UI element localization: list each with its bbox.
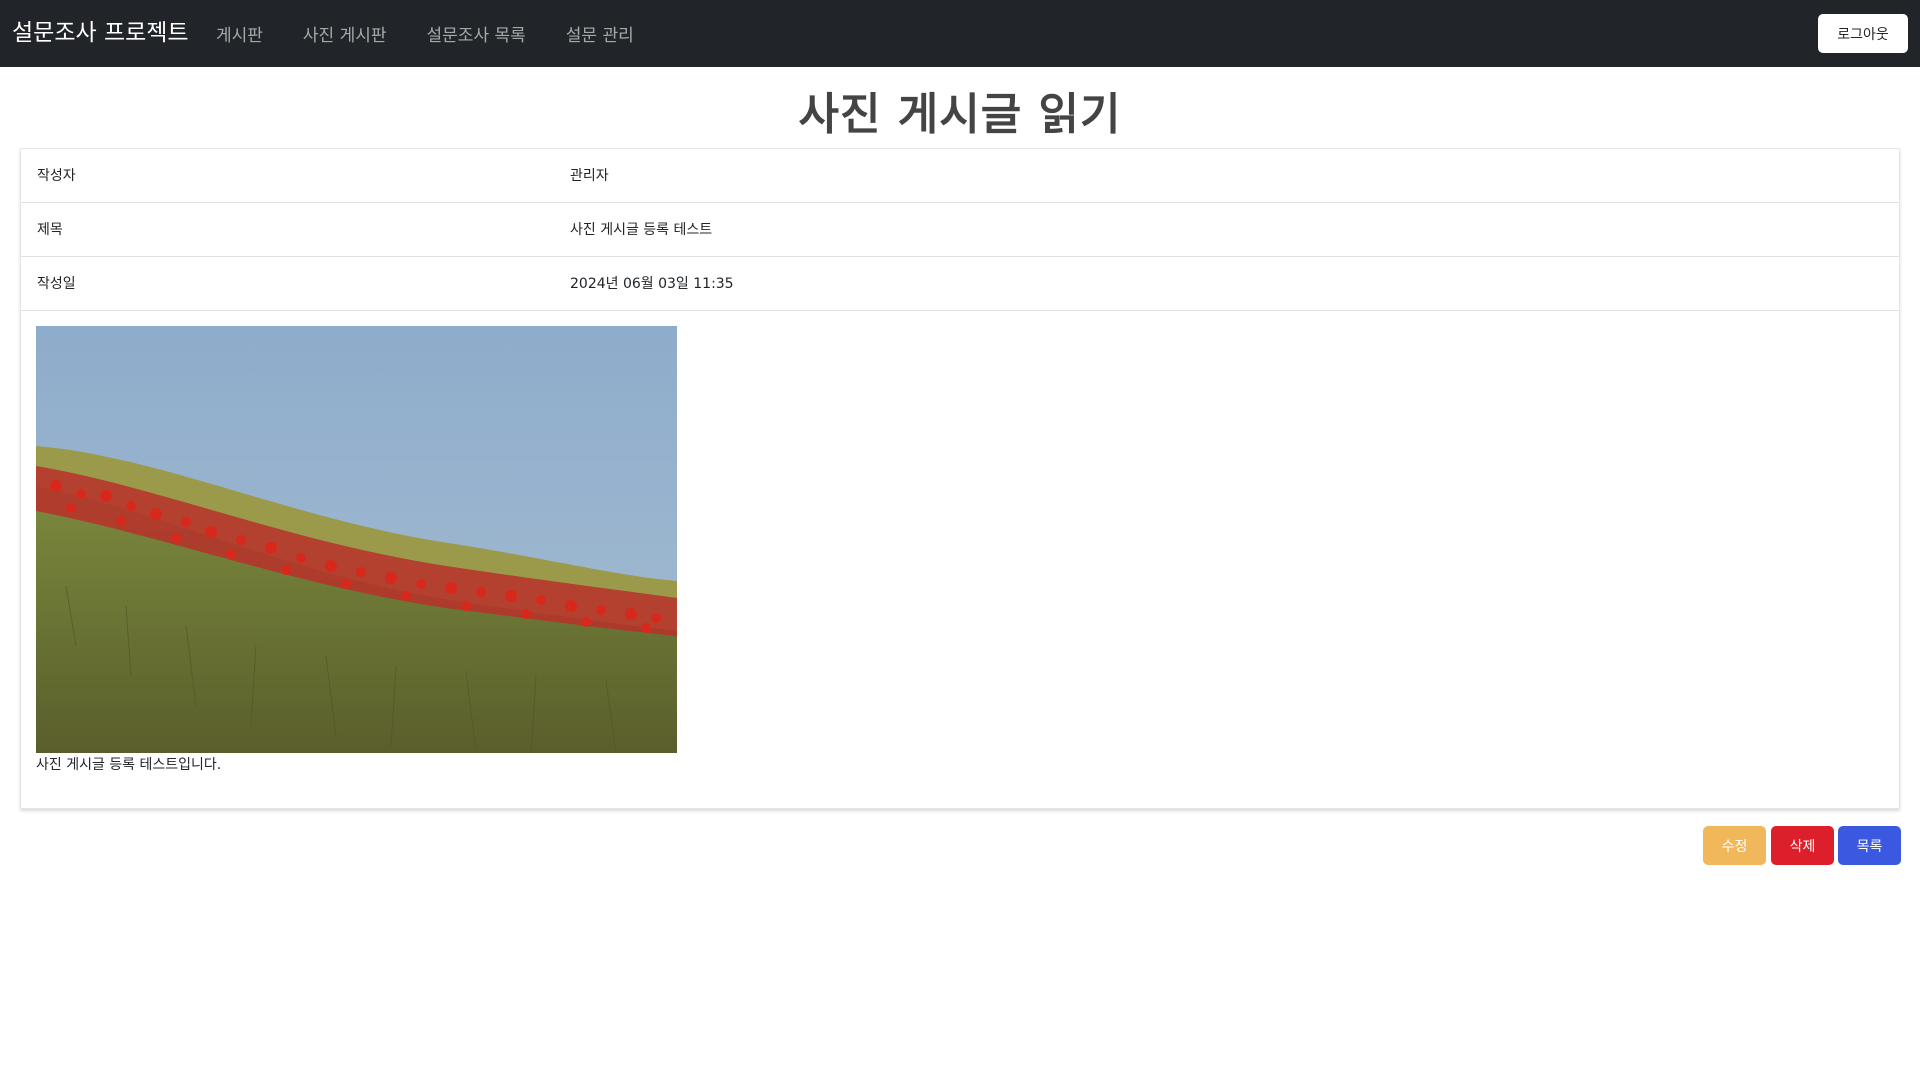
post-card: 작성자 관리자 제목 사진 게시글 등록 테스트 작성일 2024년 06월 0… <box>20 148 1900 809</box>
nav-link-survey-list[interactable]: 설문조사 목록 <box>407 21 546 46</box>
navbar-brand[interactable]: 설문조사 프로젝트 <box>12 0 189 67</box>
post-photo <box>36 326 677 753</box>
date-value: 2024년 06월 03일 11:35 <box>570 276 734 292</box>
nav-link-survey-admin[interactable]: 설문 관리 <box>546 21 654 46</box>
title-value: 사진 게시글 등록 테스트 <box>570 222 713 238</box>
logout-button[interactable]: 로그아웃 <box>1818 14 1908 53</box>
post-row-date: 작성일 2024년 06월 03일 11:35 <box>21 257 1899 311</box>
nav-link-board[interactable]: 게시판 <box>196 21 283 46</box>
post-row-author: 작성자 관리자 <box>21 149 1899 203</box>
author-label: 작성자 <box>37 168 76 184</box>
date-label: 작성일 <box>37 276 76 292</box>
post-row-title: 제목 사진 게시글 등록 테스트 <box>21 203 1899 257</box>
author-value: 관리자 <box>570 168 609 184</box>
nav-link-photo-board[interactable]: 사진 게시판 <box>283 21 407 46</box>
edit-button[interactable]: 수정 <box>1703 826 1766 865</box>
top-navbar: 설문조사 프로젝트 게시판 사진 게시판 설문조사 목록 설문 관리 로그아웃 <box>0 0 1920 67</box>
title-label: 제목 <box>37 222 63 238</box>
list-button[interactable]: 목록 <box>1838 826 1901 865</box>
post-content: 사진 게시글 등록 테스트입니다. <box>36 757 222 773</box>
delete-button[interactable]: 삭제 <box>1771 826 1834 865</box>
nav-links: 게시판 사진 게시판 설문조사 목록 설문 관리 <box>196 0 654 67</box>
page-title: 사진 게시글 읽기 <box>798 89 1122 140</box>
